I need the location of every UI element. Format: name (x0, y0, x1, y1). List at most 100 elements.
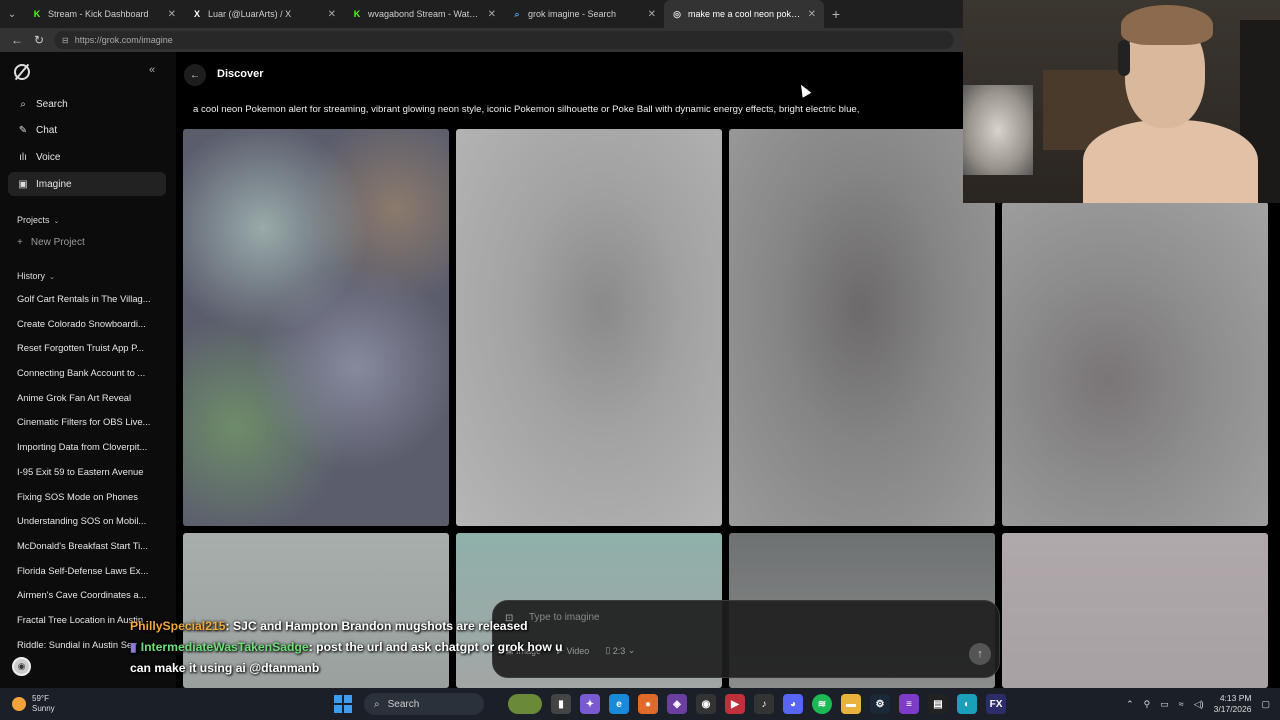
app-icon[interactable]: ◈ (667, 694, 687, 714)
kick-icon: K (353, 9, 361, 19)
collapse-sidebar-icon[interactable]: « (149, 64, 155, 76)
history-item[interactable]: Florida Self-Defense Laws Ex... (17, 564, 167, 589)
app-red-icon[interactable]: ▶ (725, 694, 745, 714)
chevron-down-icon: ⌄ (625, 645, 636, 655)
imagine-prompt-input[interactable] (529, 612, 929, 623)
aspect-ratio-select[interactable]: ▯ 2:3 ⌄ (605, 645, 635, 656)
generated-image-tile[interactable] (1002, 533, 1268, 688)
sidebar-item-chat[interactable]: ✎ Chat (8, 118, 166, 142)
webcam-clutter (963, 85, 1033, 175)
sidebar-item-label: Chat (36, 124, 58, 136)
discord-icon[interactable]: ◕ (783, 694, 803, 714)
reload-icon[interactable]: ↻ (28, 33, 50, 47)
url-field[interactable]: ⊟ https://grok.com/imagine (54, 31, 954, 49)
notification-icon[interactable]: ▢ (1261, 699, 1270, 710)
chevron-down-icon: ⌄ (49, 274, 55, 281)
history-section-toggle[interactable]: History ⌄ (17, 271, 55, 281)
tab-kick-dashboard[interactable]: K Stream - Kick Dashboard ✕ (24, 0, 184, 28)
volume-icon[interactable]: ◁) (1194, 699, 1204, 710)
site-info-icon[interactable]: ⊟ (62, 36, 69, 45)
grok-logo-icon[interactable] (14, 64, 30, 80)
close-icon[interactable]: ✕ (648, 9, 656, 20)
generated-image-tile[interactable] (1002, 202, 1268, 526)
folder-icon[interactable]: ▬ (841, 694, 861, 714)
chat-username: PhillySpecial215 (130, 619, 226, 633)
history-item[interactable]: Understanding SOS on Mobil... (17, 514, 167, 539)
fx-icon[interactable]: FX (986, 694, 1006, 714)
firefox-icon[interactable]: ● (638, 694, 658, 714)
windows-start-icon[interactable] (334, 695, 352, 713)
new-tab-button[interactable]: + (824, 6, 848, 22)
tab-x-luar[interactable]: X Luar (@LuarArts) / X ✕ (184, 0, 344, 28)
history-list: Golf Cart Rentals in The Villag... Creat… (17, 292, 167, 662)
app-teal-icon[interactable]: ◐ (957, 694, 977, 714)
chevron-up-icon[interactable]: ⌃ (1126, 699, 1134, 710)
sidebar-item-search[interactable]: ⌕ Search (8, 92, 166, 116)
tab-wvagabond-stream[interactable]: K wvagabond Stream - Watch Live o ✕ (344, 0, 504, 28)
aspect-icon: ▯ (605, 645, 613, 655)
sidebar-item-label: Voice (36, 151, 61, 163)
history-item[interactable]: Airmen's Cave Coordinates a... (17, 588, 167, 613)
history-item[interactable]: Fixing SOS Mode on Phones (17, 490, 167, 515)
back-button[interactable]: ← (184, 64, 206, 86)
taskbar-search[interactable]: ⌕ Search (364, 693, 484, 715)
task-view-icon[interactable]: ▮ (551, 694, 571, 714)
sidebar: « ⌕ Search ✎ Chat ılı Voice ▣ Imagine Pr… (0, 52, 176, 688)
history-item[interactable]: Importing Data from Cloverpit... (17, 440, 167, 465)
back-arrow-icon[interactable]: ← (6, 33, 28, 47)
page-title: Discover (217, 68, 264, 80)
tab-menu-chevron-icon[interactable]: ⌄ (0, 0, 24, 28)
microphone-icon[interactable]: ⚲ (1144, 699, 1151, 710)
close-icon[interactable]: ✕ (808, 9, 816, 20)
close-icon[interactable]: ✕ (168, 9, 176, 20)
new-project-button[interactable]: + New Project (17, 237, 85, 248)
close-icon[interactable]: ✕ (328, 9, 336, 20)
close-icon[interactable]: ✕ (488, 9, 496, 20)
system-tray: ⌃ ⚲ ▭ ≈ ◁) 4:13 PM 3/17/2026 ▢ (1126, 688, 1270, 720)
display-icon[interactable]: ▭ (1160, 699, 1169, 710)
sidebar-item-imagine[interactable]: ▣ Imagine (8, 172, 166, 196)
tab-title: wvagabond Stream - Watch Live o (368, 9, 482, 19)
weather-temp: 59°F (32, 694, 49, 703)
spotify-icon[interactable]: ≋ (812, 694, 832, 714)
projects-section-toggle[interactable]: Projects ⌄ (17, 215, 59, 225)
tab-grok-imagine[interactable]: ◎ make me a cool neon pokemon al ✕ (664, 0, 824, 28)
clock[interactable]: 4:13 PM 3/17/2026 (1214, 693, 1252, 715)
prompt-text: a cool neon Pokemon alert for streaming,… (193, 104, 860, 115)
tab-grok-search[interactable]: ⌕ grok imagine - Search ✕ (504, 0, 664, 28)
edge-icon[interactable]: e (609, 694, 629, 714)
headset-icon (1118, 40, 1130, 76)
history-item[interactable]: I-95 Exit 59 to Eastern Avenue (17, 465, 167, 490)
sidebar-item-label: Imagine (36, 178, 72, 190)
projects-label: Projects (17, 215, 50, 225)
clock-time: 4:13 PM (1219, 693, 1252, 703)
generated-image-tile[interactable] (729, 129, 995, 526)
widget-thumbnail-icon[interactable] (508, 694, 542, 714)
app-purple-icon[interactable]: ≡ (899, 694, 919, 714)
tab-title: grok imagine - Search (528, 9, 617, 19)
tab-title: Stream - Kick Dashboard (48, 9, 149, 19)
history-item[interactable]: Create Colorado Snowboardi... (17, 317, 167, 342)
copilot-icon[interactable]: ✦ (580, 694, 600, 714)
submit-button[interactable]: ↑ (969, 643, 991, 665)
sidebar-item-voice[interactable]: ılı Voice (8, 145, 166, 169)
chat-message: ▮ IntermediateWasTakenSadge: post the url… (130, 637, 570, 679)
history-item[interactable]: Golf Cart Rentals in The Villag... (17, 292, 167, 317)
history-item[interactable]: Reset Forgotten Truist App P... (17, 341, 167, 366)
history-item[interactable]: McDonald's Breakfast Start Ti... (17, 539, 167, 564)
tab-title: make me a cool neon pokemon al (688, 9, 802, 19)
generated-image-tile[interactable] (456, 129, 722, 526)
app-dark-icon[interactable]: ▤ (928, 694, 948, 714)
generated-image-tile[interactable] (183, 129, 449, 526)
wifi-icon[interactable]: ≈ (1179, 699, 1184, 709)
avatar[interactable]: ◉ (12, 657, 31, 676)
history-item[interactable]: Connecting Bank Account to ... (17, 366, 167, 391)
steam-icon[interactable]: ⚙ (870, 694, 890, 714)
tab-title: Luar (@LuarArts) / X (208, 9, 292, 19)
music-icon[interactable]: ♪ (754, 694, 774, 714)
weather-widget[interactable]: 59°F Sunny (12, 694, 312, 714)
obs-icon[interactable]: ◉ (696, 694, 716, 714)
history-item[interactable]: Cinematic Filters for OBS Live... (17, 415, 167, 440)
history-item[interactable]: Anime Grok Fan Art Reveal (17, 391, 167, 416)
new-project-label: New Project (30, 237, 85, 248)
